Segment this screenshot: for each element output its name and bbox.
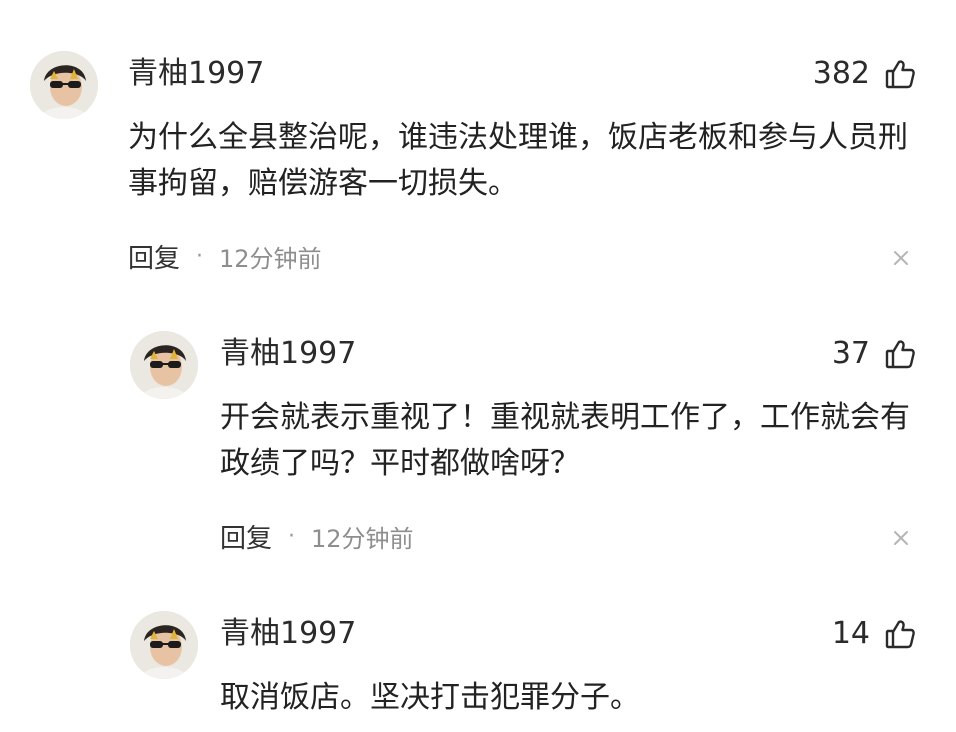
thumbs-up-icon[interactable] xyxy=(884,58,916,90)
timestamp: 12分钟前 xyxy=(219,244,322,273)
like-group[interactable]: 14 xyxy=(832,614,916,654)
comment-text: 开会就表示重视了！重视就表明工作了，工作就会有政绩了吗？平时都做啥呀？ xyxy=(220,400,910,481)
thumbs-up-icon[interactable] xyxy=(884,618,916,650)
reply-button[interactable]: 回复 xyxy=(128,238,180,275)
like-count: 382 xyxy=(812,56,870,91)
separator-dot: · xyxy=(288,523,296,549)
like-group[interactable]: 382 xyxy=(813,54,916,94)
avatar[interactable] xyxy=(130,331,198,399)
like-count: 14 xyxy=(831,616,870,651)
close-icon[interactable] xyxy=(892,529,910,547)
comment-text: 为什么全县整治呢，谁违法处理谁，饭店老板和参与人员刑事拘留，赔偿游客一切损失。 xyxy=(128,120,908,201)
like-group[interactable]: 37 xyxy=(832,334,916,374)
username[interactable]: 青柚1997 xyxy=(220,614,356,654)
username[interactable]: 青柚1997 xyxy=(220,334,356,374)
comment-text: 取消饭店。坚决打击犯罪分子。 xyxy=(220,680,640,715)
avatar[interactable] xyxy=(130,611,198,679)
thumbs-up-icon[interactable] xyxy=(884,338,916,370)
avatar[interactable] xyxy=(30,51,98,119)
close-icon[interactable] xyxy=(892,249,910,267)
separator-dot: · xyxy=(196,243,204,269)
username[interactable]: 青柚1997 xyxy=(128,54,264,94)
like-count: 37 xyxy=(831,336,870,371)
reply-button[interactable]: 回复 xyxy=(220,518,272,555)
comment-meta: 回复 · 12分钟前 xyxy=(220,518,414,554)
timestamp: 12分钟前 xyxy=(311,524,414,553)
comment-meta: 回复 · 12分钟前 xyxy=(128,238,322,274)
